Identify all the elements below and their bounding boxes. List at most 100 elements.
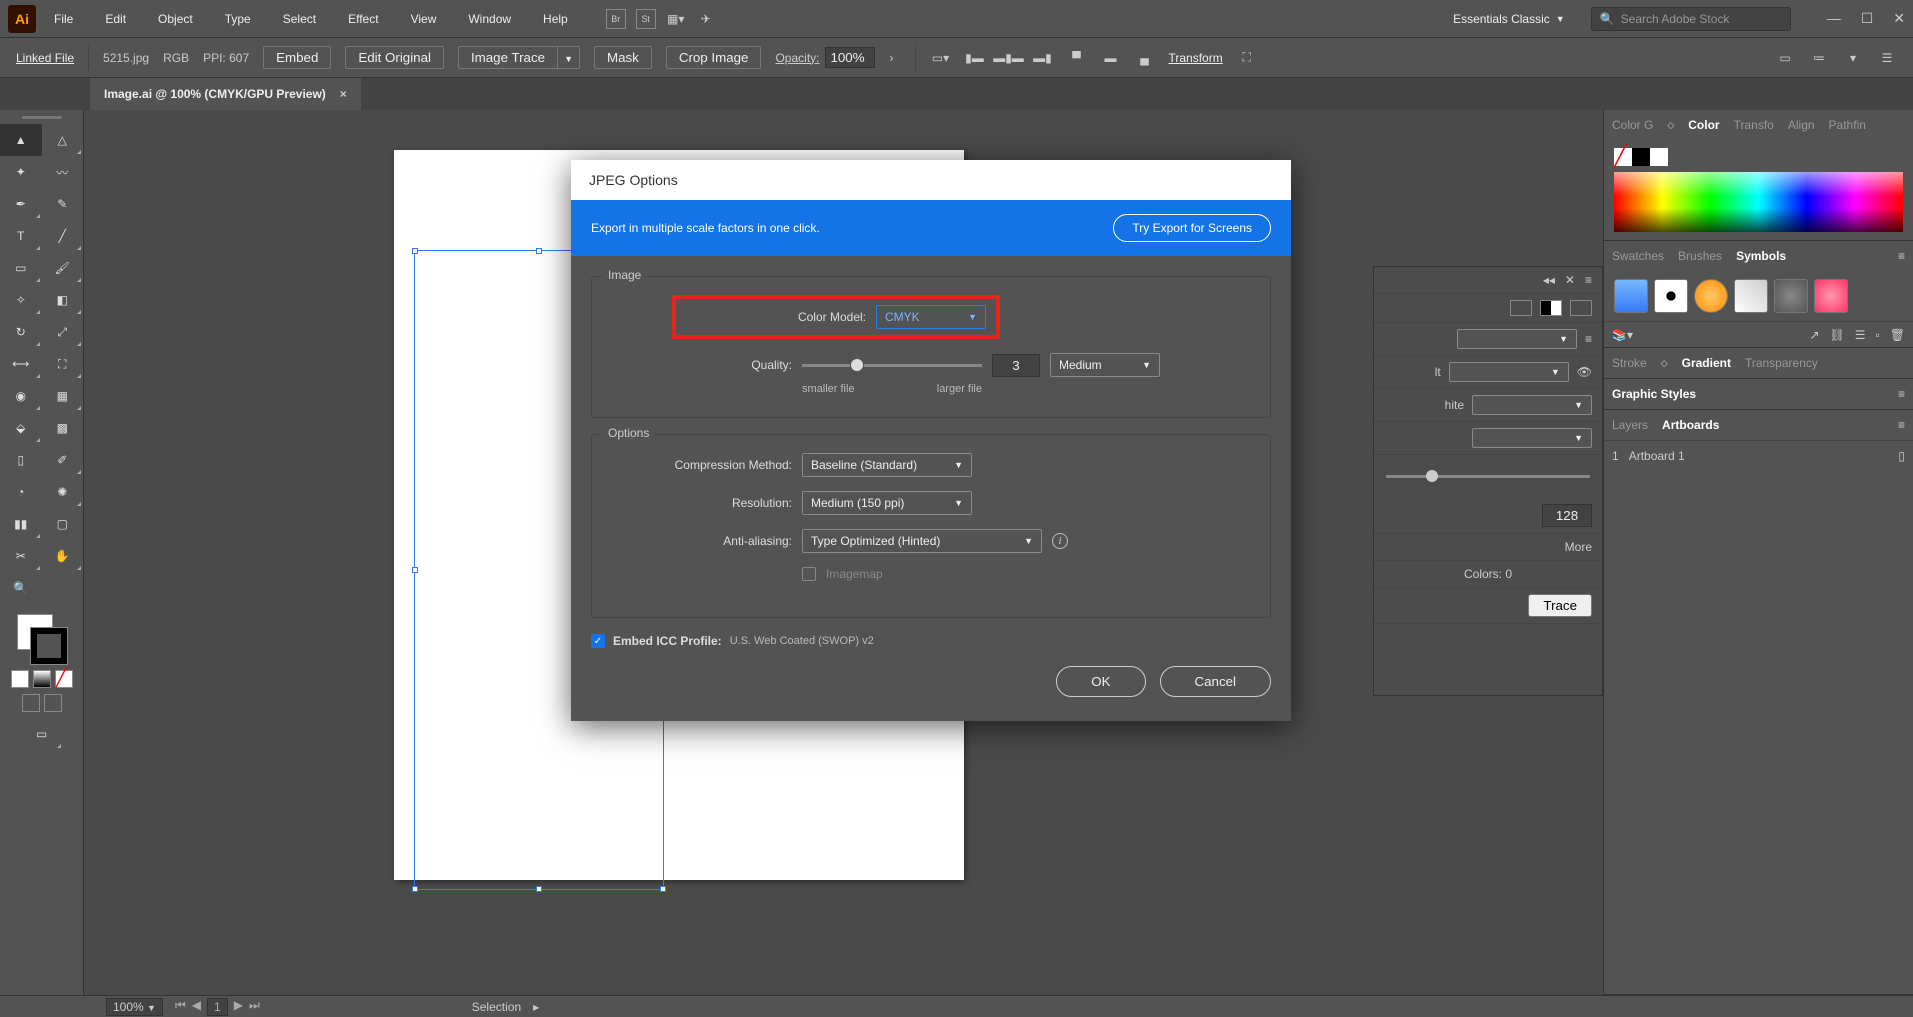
shaper-tool[interactable]: ✧ — [0, 284, 42, 316]
tab-transform[interactable]: Transfo — [1734, 118, 1774, 132]
lasso-tool[interactable]: 〰 — [42, 156, 84, 188]
pen-tool[interactable]: ✒ — [0, 188, 42, 220]
panel-icon-3[interactable]: ▾ — [1843, 48, 1863, 68]
column-graph-tool[interactable]: ▮▮ — [0, 508, 42, 540]
crop-image-button[interactable]: Crop Image — [666, 46, 762, 69]
embed-icc-checkbox[interactable]: ✓ — [591, 634, 605, 648]
mode-select[interactable]: ▼ — [1449, 362, 1569, 382]
blend-tool[interactable]: ◔ — [0, 476, 42, 508]
artboard-nav[interactable]: ⏮ ◀ 1 ▶ ⏭ — [175, 998, 260, 1016]
free-transform-tool[interactable]: ⛶ — [42, 348, 84, 380]
tab-color-guide[interactable]: Color G — [1612, 118, 1653, 132]
panel-list-icon[interactable]: ≡ — [1585, 332, 1592, 346]
nav-prev-icon[interactable]: ◀ — [192, 998, 201, 1016]
palette-select[interactable]: ▼ — [1472, 395, 1592, 415]
search-stock-input[interactable]: 🔍 Search Adobe Stock — [1591, 7, 1791, 31]
width-tool[interactable]: ⟷ — [0, 348, 42, 380]
mask-button[interactable]: Mask — [594, 46, 652, 69]
preset-select[interactable]: ▼ — [1457, 329, 1577, 349]
menu-object[interactable]: Object — [144, 6, 207, 32]
scale-tool[interactable]: ⤢ — [42, 316, 84, 348]
close-button[interactable]: ✕ — [1893, 10, 1905, 27]
panel-icon-1[interactable]: ▭ — [1775, 48, 1795, 68]
ok-button[interactable]: OK — [1056, 666, 1145, 697]
menu-select[interactable]: Select — [269, 6, 330, 32]
align-hcenter-icon[interactable]: ▬▮▬ — [998, 48, 1018, 68]
menu-edit[interactable]: Edit — [91, 6, 140, 32]
align-right-icon[interactable]: ▬▮ — [1032, 48, 1052, 68]
bridge-icon[interactable]: Br — [606, 9, 626, 29]
quality-slider[interactable] — [802, 364, 982, 367]
draw-behind-icon[interactable] — [44, 694, 62, 712]
symbol-place-icon[interactable]: ↗ — [1809, 328, 1819, 342]
tab-brushes[interactable]: Brushes — [1678, 249, 1722, 263]
tab-pathfinder[interactable]: Pathfin — [1829, 118, 1866, 132]
quality-input[interactable] — [992, 354, 1040, 377]
cancel-button[interactable]: Cancel — [1160, 666, 1272, 697]
color-none-swatch[interactable]: ╱ — [1614, 148, 1632, 166]
tab-symbols[interactable]: Symbols — [1736, 249, 1786, 263]
symbol-3[interactable] — [1694, 279, 1728, 313]
align-to-icon[interactable]: ▭▾ — [930, 48, 950, 68]
menu-window[interactable]: Window — [454, 6, 525, 32]
opacity-more-icon[interactable]: › — [881, 48, 901, 68]
transform-link[interactable]: Transform — [1168, 51, 1222, 65]
symbol-sprayer-tool[interactable]: ✺ — [42, 476, 84, 508]
threshold-slider[interactable] — [1386, 475, 1590, 478]
image-trace-dropdown[interactable]: ▼ — [558, 46, 580, 69]
zoom-tool[interactable]: 🔍 — [0, 572, 42, 604]
color-black-swatch[interactable] — [1632, 148, 1650, 166]
gpu-icon[interactable]: ✈ — [696, 9, 716, 29]
perspective-tool[interactable]: ⬙ — [0, 412, 42, 444]
symbol-new-icon[interactable]: ▫ — [1876, 328, 1880, 342]
draw-normal-icon[interactable] — [22, 694, 40, 712]
tab-layers[interactable]: Layers — [1612, 418, 1648, 432]
symbol-options-icon[interactable]: ☰ — [1855, 328, 1866, 342]
symbol-lib-icon[interactable]: 📚▾ — [1612, 328, 1633, 342]
threshold-input[interactable] — [1542, 504, 1592, 527]
print-tiling-tool[interactable] — [42, 572, 84, 604]
colors-select[interactable]: ▼ — [1472, 428, 1592, 448]
opacity-input[interactable] — [825, 47, 875, 68]
minimize-button[interactable]: — — [1827, 10, 1841, 27]
nav-first-icon[interactable]: ⏮ — [175, 998, 186, 1016]
menu-view[interactable]: View — [397, 6, 451, 32]
compression-select[interactable]: Baseline (Standard) ▼ — [802, 453, 972, 477]
tab-graphic-styles[interactable]: Graphic Styles — [1612, 387, 1696, 401]
panel-menu-icon[interactable]: ≡ — [1898, 249, 1905, 263]
menu-effect[interactable]: Effect — [334, 6, 392, 32]
tab-swatches[interactable]: Swatches — [1612, 249, 1664, 263]
shape-builder-tool[interactable]: ◉ — [0, 380, 42, 412]
quality-preset-select[interactable]: Medium ▼ — [1050, 353, 1160, 377]
magic-wand-tool[interactable]: ✦ — [0, 156, 42, 188]
symbol-delete-icon[interactable]: 🗑 — [1890, 328, 1905, 342]
tab-color[interactable]: Color — [1688, 118, 1719, 132]
rotate-tool[interactable]: ↻ — [0, 316, 42, 348]
status-more-icon[interactable]: ▸ — [533, 1000, 539, 1014]
document-tab[interactable]: Image.ai @ 100% (CMYK/GPU Preview) × — [90, 78, 361, 110]
tab-stroke[interactable]: Stroke — [1612, 356, 1647, 370]
color-mode-icon[interactable] — [11, 670, 29, 688]
symbol-6[interactable] — [1814, 279, 1848, 313]
image-trace-button[interactable]: Image Trace — [458, 46, 558, 69]
panel-menu-icon-2[interactable]: ≡ — [1898, 387, 1905, 401]
symbol-2[interactable] — [1654, 279, 1688, 313]
eye-icon[interactable]: 👁 — [1577, 365, 1592, 379]
gradient-tool[interactable]: ▯ — [0, 444, 42, 476]
info-icon[interactable]: i — [1052, 533, 1068, 549]
curvature-tool[interactable]: ✎ — [42, 188, 84, 220]
menu-file[interactable]: File — [40, 6, 87, 32]
eraser-tool[interactable]: ◧ — [42, 284, 84, 316]
stroke-swatch[interactable] — [31, 628, 67, 664]
panel-close-icon[interactable]: ✕ — [1565, 273, 1575, 287]
artboard-tool[interactable]: ▢ — [42, 508, 84, 540]
tab-close-icon[interactable]: × — [340, 87, 347, 101]
color-spectrum[interactable] — [1614, 172, 1903, 232]
color-model-select[interactable]: CMYK ▼ — [876, 305, 986, 329]
symbol-break-icon[interactable]: ⛓ — [1830, 328, 1845, 342]
maximize-button[interactable]: ☐ — [1861, 10, 1874, 27]
tab-gradient[interactable]: Gradient — [1682, 356, 1731, 370]
nav-next-icon[interactable]: ▶ — [234, 998, 243, 1016]
gradient-mode-icon[interactable] — [33, 670, 51, 688]
live-paint-tool[interactable]: ▦ — [42, 380, 84, 412]
